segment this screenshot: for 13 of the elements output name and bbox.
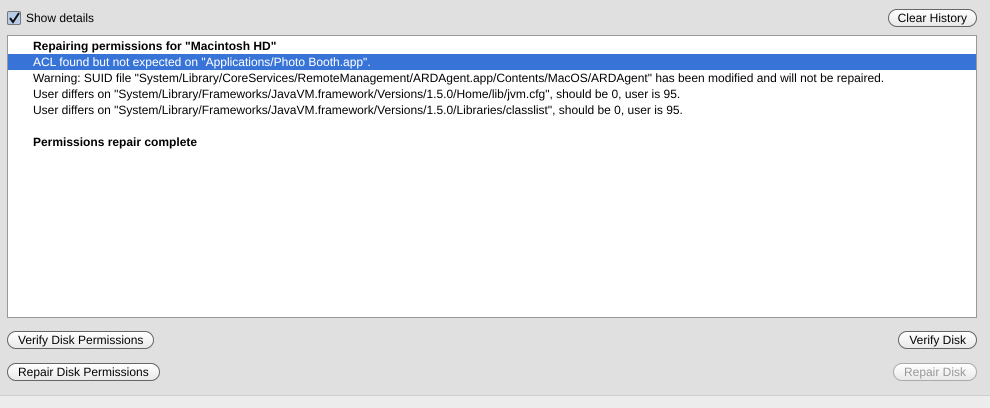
- permissions-button[interactable]: Verify Disk Permissions: [7, 331, 154, 349]
- log-line[interactable]: User differs on "System/Library/Frameworks/JavaVM.framework/Versions/1.5.0/Home/lib/jvm.cfg", should be 0, user is 95.: [8, 86, 976, 102]
- log-line[interactable]: Permissions repair complete: [8, 134, 976, 150]
- log-line[interactable]: Warning: SUID file "System/Library/CoreServices/RemoteManagement/ARDAgent.app/Contents/MacOS/ARDAgent" has been modified and will not be repaired.: [8, 70, 976, 86]
- disk-button[interactable]: Verify Disk: [898, 331, 977, 349]
- log-line[interactable]: Repairing permissions for "Macintosh HD": [8, 38, 976, 54]
- log-line[interactable]: User differs on "System/Library/Frameworks/JavaVM.framework/Versions/1.5.0/Libraries/classlist", should be 0, user is 95.: [8, 102, 976, 118]
- permissions-button[interactable]: Repair Disk Permissions: [7, 363, 160, 381]
- checkbox-label: Show details: [26, 10, 94, 24]
- clear-history-button[interactable]: Clear History: [888, 8, 977, 26]
- checkbox[interactable]: [7, 10, 21, 24]
- checkmark-icon: [8, 12, 20, 24]
- show-details-checkbox[interactable]: Show details: [7, 10, 94, 24]
